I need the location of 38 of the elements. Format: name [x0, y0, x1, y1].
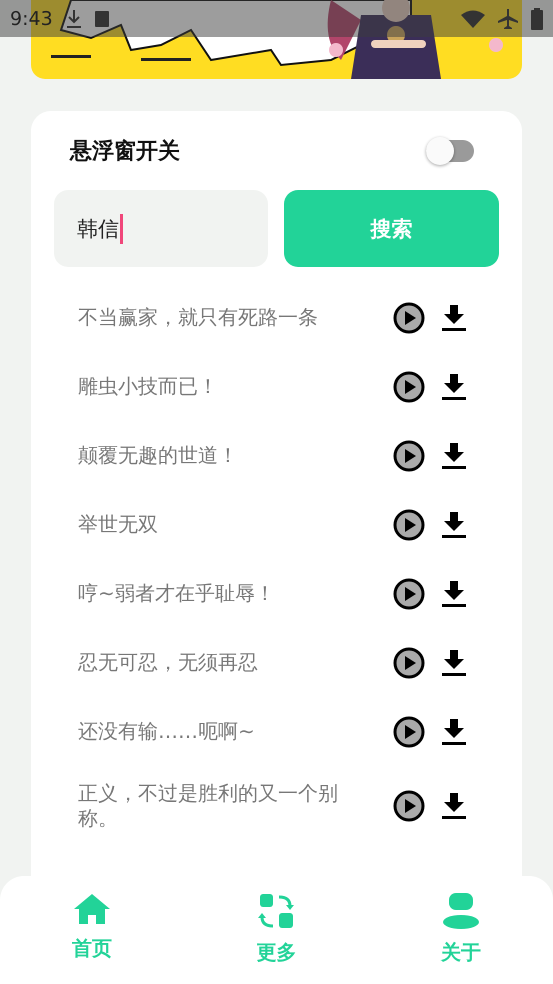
quote-text: 哼~弱者才在乎耻辱！	[78, 581, 276, 606]
nav-tab[interactable]: 更多	[231, 893, 322, 984]
play-icon[interactable]	[393, 302, 425, 334]
download-icon[interactable]	[441, 442, 467, 470]
play-icon[interactable]	[393, 370, 425, 402]
wifi-icon	[461, 10, 485, 28]
nav-tab[interactable]: 关于	[416, 893, 506, 984]
search-button[interactable]: 搜索	[284, 190, 499, 267]
quote-text: 还没有输……呃啊~	[78, 719, 256, 744]
floating-window-label: 悬浮窗开关	[70, 138, 180, 166]
quote-text: 忍无可忍，无须再忍	[78, 650, 259, 675]
play-icon[interactable]	[393, 646, 425, 678]
play-icon[interactable]	[393, 716, 425, 748]
play-icon[interactable]	[393, 578, 425, 610]
nav-tab[interactable]: 首页	[47, 893, 138, 984]
download-icon[interactable]	[441, 648, 467, 676]
home-icon	[73, 893, 112, 925]
floating-window-toggle[interactable]	[426, 140, 474, 162]
quote-text: 颠覆无趣的世道！	[78, 443, 239, 468]
search-field[interactable]: 韩信	[54, 190, 268, 267]
download-icon	[64, 8, 83, 28]
airplane-icon	[497, 8, 519, 30]
download-icon[interactable]	[441, 718, 467, 746]
download-icon[interactable]	[441, 792, 467, 820]
battery-icon	[531, 8, 543, 30]
download-icon[interactable]	[441, 510, 467, 538]
quote-text: 不当赢家，就只有死路一条	[78, 305, 319, 330]
quote-text: 雕虫小技而已！	[78, 374, 219, 399]
download-icon[interactable]	[441, 372, 467, 400]
play-icon[interactable]	[393, 440, 425, 472]
download-icon[interactable]	[441, 580, 467, 608]
person-icon	[442, 893, 480, 929]
swap-icon	[258, 893, 294, 929]
quote-text: 正义，不过是胜利的又一个别称。	[78, 781, 339, 831]
download-icon[interactable]	[441, 304, 467, 332]
play-icon[interactable]	[393, 790, 425, 822]
play-icon[interactable]	[393, 508, 425, 540]
quote-text: 举世无双	[78, 512, 159, 537]
